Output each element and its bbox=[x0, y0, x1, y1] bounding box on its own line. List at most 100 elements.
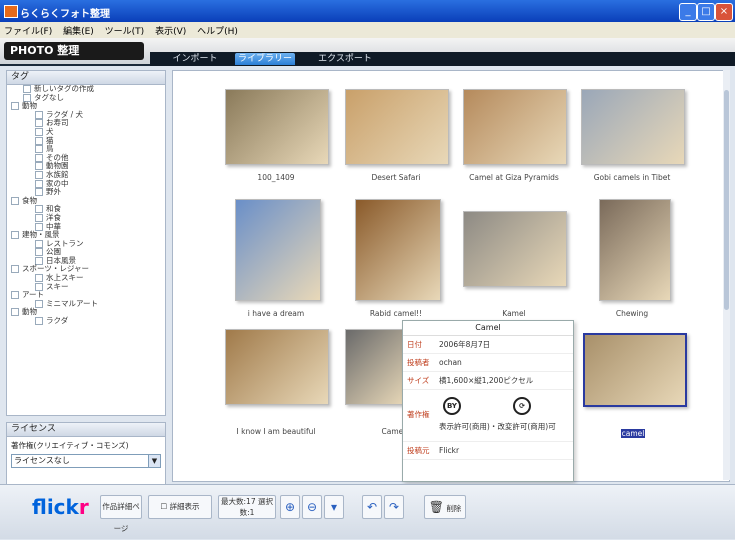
detail-toggle[interactable]: ☐ 詳細表示 bbox=[148, 495, 212, 519]
tag-tree-item[interactable]: 動物 bbox=[7, 101, 165, 111]
photo-thumbnail[interactable]: camel bbox=[583, 333, 687, 438]
tag-tree-label: スキー bbox=[46, 281, 69, 291]
photo-image[interactable] bbox=[583, 333, 687, 407]
zoom-out-icon[interactable]: ⊖ bbox=[302, 495, 322, 519]
tag-tree-item[interactable]: 水族館 bbox=[7, 170, 165, 180]
tag-tree-item[interactable]: 動物園 bbox=[7, 162, 165, 171]
photo-thumbnail[interactable]: Gobi camels in Tibet bbox=[581, 89, 685, 182]
menu-edit[interactable]: 編集(E) bbox=[59, 22, 98, 39]
photo-thumbnail[interactable]: Camel at Giza Pyramids bbox=[463, 89, 567, 182]
photo-thumbnail[interactable]: 100_1409 bbox=[225, 89, 329, 182]
tag-tree-item[interactable]: 犬 bbox=[7, 127, 165, 137]
photo-image[interactable] bbox=[225, 329, 329, 405]
photo-image[interactable] bbox=[599, 199, 671, 301]
photo-image[interactable] bbox=[463, 89, 567, 165]
photo-caption: i have a dream bbox=[247, 309, 305, 318]
photo-image[interactable] bbox=[581, 89, 685, 165]
count-display: 最大数:17 選択数:1 bbox=[218, 495, 276, 519]
license-value: ライセンスなし bbox=[14, 456, 70, 465]
tag-tree-item[interactable]: 水上スキー bbox=[7, 273, 165, 283]
photo-image[interactable] bbox=[345, 89, 449, 165]
photo-thumbnail[interactable]: Kamel bbox=[463, 211, 567, 318]
photo-image[interactable] bbox=[235, 199, 321, 301]
flickr-text-blue: flick bbox=[32, 495, 79, 519]
photo-caption: 100_1409 bbox=[257, 173, 295, 182]
chevron-down-icon[interactable]: ▼ bbox=[148, 455, 160, 467]
tab-export[interactable]: エクスポート bbox=[310, 53, 380, 65]
tag-tree-item[interactable]: 建物・風景 bbox=[7, 230, 165, 240]
flickr-text-pink: r bbox=[78, 495, 89, 519]
share-icon: ⟳ bbox=[513, 397, 531, 415]
photo-thumbnail[interactable]: I know I am beautiful bbox=[225, 329, 329, 436]
rotate-left-icon[interactable]: ↶ bbox=[362, 495, 382, 519]
menu-bar: ファイル(F) 編集(E) ツール(T) 表示(V) ヘルプ(H) bbox=[0, 22, 735, 39]
row-key: 日付 bbox=[407, 340, 422, 349]
tag-tree-item[interactable]: 新しいタグの作成 bbox=[7, 85, 165, 94]
tag-tree-label: タグなし bbox=[34, 92, 64, 102]
tab-library[interactable]: ライブラリー bbox=[235, 53, 295, 65]
window-title: らくらくフォト整理 bbox=[20, 9, 110, 20]
tag-tree-label: 食物 bbox=[22, 195, 37, 205]
trash-icon: 🗑 bbox=[428, 500, 444, 514]
tag-tree-label: アート bbox=[22, 290, 45, 300]
photo-thumbnail[interactable]: Desert Safari bbox=[345, 89, 449, 182]
tag-icon bbox=[35, 136, 43, 145]
bottom-toolbar: flickr 作品詳細ページ ☐ 詳細表示 最大数:17 選択数:1 ⊕ ⊖ ▾… bbox=[0, 484, 735, 539]
tag-icon bbox=[35, 153, 43, 162]
menu-tools[interactable]: ツール(T) bbox=[101, 22, 149, 39]
tag-tree-item[interactable]: 動物 bbox=[7, 308, 165, 317]
flickr-logo[interactable]: flickr bbox=[32, 495, 89, 519]
menu-arrow-icon[interactable]: ▾ bbox=[324, 495, 344, 519]
photo-thumbnail[interactable]: Chewing bbox=[599, 199, 671, 318]
tag-tree-item[interactable]: 食物 bbox=[7, 195, 165, 206]
tag-tree-item[interactable]: スポーツ・レジャー bbox=[7, 265, 165, 274]
photo-thumbnail[interactable]: i have a dream bbox=[235, 199, 321, 318]
maximize-icon[interactable]: □ bbox=[697, 3, 715, 21]
minimize-icon[interactable]: _ bbox=[679, 3, 697, 21]
license-select[interactable]: ライセンスなし ▼ bbox=[11, 454, 161, 468]
tag-tree-item[interactable]: 猫 bbox=[7, 136, 165, 146]
tag-tree-label: ミニマルアート bbox=[46, 298, 99, 308]
photo-image[interactable] bbox=[463, 211, 567, 287]
tag-tree-item[interactable]: 鳥 bbox=[7, 144, 165, 154]
tags-header: タグ bbox=[6, 70, 166, 85]
tag-tree-item[interactable]: レストラン bbox=[7, 239, 165, 249]
delete-label: 削除 bbox=[446, 504, 462, 513]
menu-help[interactable]: ヘルプ(H) bbox=[193, 22, 242, 39]
license-header: ライセンス bbox=[6, 422, 166, 437]
tag-tree-item[interactable]: ラクダ bbox=[7, 316, 165, 326]
photo-image[interactable] bbox=[345, 329, 407, 405]
delete-button[interactable]: 🗑 削除 bbox=[424, 495, 466, 519]
photo-thumbnail[interactable]: Rabid camel!! bbox=[355, 199, 441, 318]
tag-tree-item[interactable]: 公園 bbox=[7, 247, 165, 257]
tag-tree-item[interactable]: ラクダ / 犬 bbox=[7, 110, 165, 120]
rotate-right-icon[interactable]: ↷ bbox=[384, 495, 404, 519]
popup-row-license: 著作権 BY ⟳ 表示許可(商用)・改変許可(商用)可 bbox=[403, 391, 573, 442]
close-icon[interactable]: × bbox=[715, 3, 733, 21]
tag-tree[interactable]: 新しいタグの作成 タグなし 動物 ラクダ / 犬お寿司犬猫鳥その他 動物園 水族館 家の中野… bbox=[6, 85, 166, 416]
popup-row-date: 日付 2006年8月7日 bbox=[403, 337, 573, 354]
photo-detail-button[interactable]: 作品詳細ページ bbox=[100, 495, 142, 533]
photo-thumbnail[interactable]: Came... bbox=[345, 329, 410, 436]
zoom-in-icon[interactable]: ⊕ bbox=[280, 495, 300, 519]
checkbox-icon[interactable]: ☐ bbox=[160, 502, 167, 511]
row-value[interactable]: ochan bbox=[439, 355, 462, 371]
photo-caption: I know I am beautiful bbox=[236, 427, 316, 436]
photo-caption: Gobi camels in Tibet bbox=[593, 173, 671, 182]
menu-file[interactable]: ファイル(F) bbox=[0, 22, 56, 39]
tag-tree-item[interactable]: 家の中 bbox=[7, 179, 165, 189]
tag-tree-item[interactable]: 洋食 bbox=[7, 213, 165, 223]
tag-tree-item[interactable]: 和食 bbox=[7, 205, 165, 214]
photo-image[interactable] bbox=[355, 199, 441, 301]
tag-tree-item[interactable]: その他 bbox=[7, 153, 165, 163]
popup-row-size: サイズ 横1,600×縦1,200ピクセル bbox=[403, 373, 573, 390]
tag-tree-item[interactable]: お寿司 bbox=[7, 119, 165, 128]
photo-caption: Kamel bbox=[502, 309, 526, 318]
photo-image[interactable] bbox=[225, 89, 329, 165]
gallery-scrollbar[interactable] bbox=[723, 70, 730, 480]
tab-import[interactable]: インポート bbox=[160, 53, 230, 65]
menu-view[interactable]: 表示(V) bbox=[151, 22, 190, 39]
row-value: Flickr bbox=[439, 446, 460, 455]
left-panel: タグ 新しいタグの作成 タグなし 動物 ラクダ / 犬お寿司犬猫鳥その他 動物園 水族館家… bbox=[6, 70, 166, 491]
scrollbar-thumb[interactable] bbox=[724, 90, 729, 310]
